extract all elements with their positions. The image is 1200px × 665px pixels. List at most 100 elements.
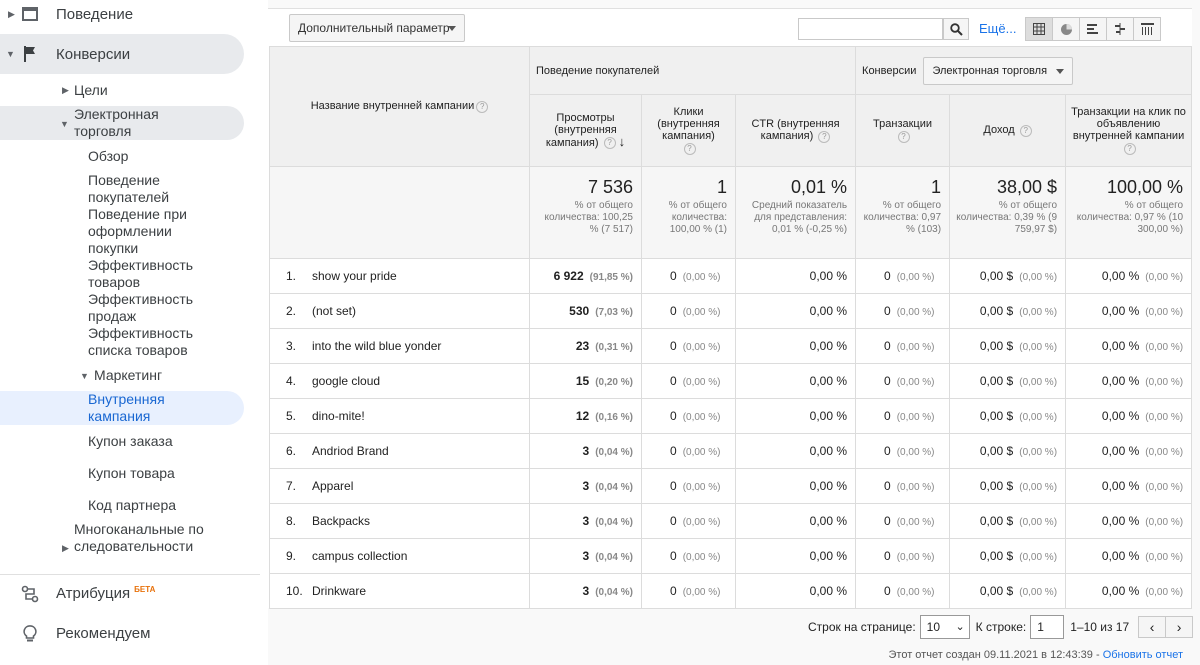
campaign-name-link[interactable]: Apparel (312, 479, 353, 493)
ctr-cell: 0,00 % (734, 433, 857, 469)
prev-page-button[interactable]: ‹ (1138, 616, 1167, 638)
chevron-left-icon: ‹ (1149, 619, 1155, 635)
sidebar-item-overview[interactable]: Обзор (88, 148, 128, 165)
help-icon[interactable]: ? (897, 130, 910, 143)
behavior-icon (20, 4, 40, 24)
campaign-name-link[interactable]: Drinkware (312, 584, 366, 598)
clicks-cell: 0 (0,00 %) (641, 468, 736, 504)
column-header-views[interactable]: Просмотры (внутренняя кампания) ? ↓ (529, 94, 642, 167)
comparison-icon (1115, 23, 1125, 35)
advanced-filter-link[interactable]: Ещё... (979, 21, 1016, 36)
goto-row-label: К строке: (975, 620, 1027, 634)
sidebar-item-product-list-performance[interactable]: Эффективность списка товаров (88, 325, 208, 359)
column-header-ctr[interactable]: CTR (внутренняя кампания) ? (734, 94, 857, 167)
campaign-name-link[interactable]: google cloud (312, 374, 380, 388)
row-index: 10. (286, 584, 303, 598)
column-header-transactions-per-click[interactable]: Транзакции на клик по объявлению внутрен… (1065, 94, 1193, 167)
sidebar-item-checkout-behavior[interactable]: Поведение при оформлении покупки (88, 206, 203, 257)
table-row: 9. campus collection 3 (0,04 %) 0 (0,00 %) 0,0… (269, 538, 1193, 574)
views-cell: 15 (0,20 %) (529, 363, 642, 399)
transactions-cell: 0 (0,00 %) (855, 328, 951, 364)
clicks-cell: 0 (0,00 %) (641, 328, 736, 364)
campaign-name-link[interactable]: Backpacks (312, 514, 370, 528)
column-header-clicks[interactable]: Клики (внутренняя кампания)? (641, 94, 736, 167)
help-icon[interactable]: ? (683, 142, 696, 155)
clicks-cell: 0 (0,00 %) (641, 503, 736, 539)
transactions-per-click-cell: 0,00 % (0,00 %) (1065, 433, 1193, 469)
sidebar-item-sales-performance[interactable]: Эффективность продаж (88, 291, 208, 325)
next-page-button[interactable]: › (1165, 616, 1194, 638)
help-icon[interactable]: ? (476, 100, 489, 113)
help-icon[interactable]: ? (1019, 124, 1032, 137)
chevron-right-icon: ▶ (62, 85, 69, 95)
revenue-cell: 0,00 $ (0,00 %) (949, 468, 1067, 504)
campaign-name-link[interactable]: into the wild blue yonder (312, 339, 441, 353)
transactions-per-click-cell: 0,00 % (0,00 %) (1065, 573, 1193, 609)
table-row: 2. (not set) 530 (7,03 %) 0 (0,00 %) 0,00 % 0 (0… (269, 293, 1193, 329)
sidebar-item-ecommerce[interactable]: ▼ Электронная торговля (0, 106, 244, 140)
sidebar-item-shopping-behavior[interactable]: Поведение покупателей (88, 172, 198, 206)
clicks-cell: 0 (0,00 %) (641, 433, 736, 469)
chevron-down-icon: ⌄ (955, 621, 965, 633)
conversion-type-dropdown[interactable]: Электронная торговля (923, 56, 1074, 85)
campaign-name-link[interactable]: Andriod Brand (312, 444, 389, 458)
sidebar-item-affiliate-code[interactable]: Код партнера (88, 497, 176, 514)
clicks-cell: 0 (0,00 %) (641, 363, 736, 399)
sidebar-item-order-coupon[interactable]: Купон заказа (88, 433, 173, 450)
campaign-name-cell: 4. google cloud (269, 363, 530, 399)
transactions-per-click-cell: 0,00 % (0,00 %) (1065, 293, 1193, 329)
transactions-per-click-cell: 0,00 % (0,00 %) (1065, 258, 1193, 294)
sidebar-item-marketing[interactable]: ▼ Маркетинг (0, 366, 244, 386)
caret-down-icon (448, 26, 456, 31)
flag-icon (20, 44, 40, 64)
summary-revenue: 38,00 $% от общего количества: 0,39 % (9… (949, 166, 1067, 259)
column-header-transactions[interactable]: Транзакции? (855, 94, 951, 167)
caret-down-icon (1056, 68, 1065, 74)
sidebar-item-label: Маркетинг (94, 367, 163, 383)
transactions-cell: 0 (0,00 %) (855, 293, 951, 329)
sidebar-item-multichannel[interactable]: ▶ Многоканальные последовательности (0, 521, 244, 573)
rows-per-page-select[interactable]: 10 ⌄ (919, 615, 970, 639)
search-button[interactable] (943, 18, 969, 40)
goto-row-input[interactable]: 1 (1030, 615, 1065, 639)
summary-ctr: 0,01 % Средний показатель для представлен… (734, 166, 857, 259)
help-icon[interactable]: ? (603, 137, 616, 150)
chevron-down-icon: ▼ (80, 371, 89, 381)
row-index: 8. (286, 514, 297, 528)
pivot-view-button[interactable] (1133, 17, 1161, 41)
sidebar-item-attribution[interactable]: Атрибуция БЕТА (0, 582, 260, 606)
transactions-cell: 0 (0,00 %) (855, 468, 951, 504)
secondary-dimension-dropdown[interactable]: Дополнительный параметр (289, 14, 465, 42)
campaign-name-link[interactable]: (not set) (312, 304, 356, 318)
sidebar-item-internal-promotion[interactable]: Внутренняя кампания (0, 391, 244, 425)
column-header-revenue[interactable]: Доход ? (949, 94, 1067, 167)
chevron-right-icon: ▶ (62, 543, 69, 553)
performance-view-button[interactable] (1079, 17, 1107, 41)
behavior-group-header: Поведение покупателей (528, 46, 857, 95)
sidebar-item-behavior[interactable]: ▶ Поведение (0, 0, 260, 28)
row-index: 6. (286, 444, 297, 458)
pie-view-button[interactable] (1052, 17, 1080, 41)
clicks-cell: 0 (0,00 %) (641, 258, 736, 294)
sidebar-item-discover[interactable]: Рекомендуем (0, 622, 260, 646)
table-view-button[interactable] (1025, 17, 1053, 41)
row-index: 7. (286, 479, 297, 493)
revenue-cell: 0,00 $ (0,00 %) (949, 328, 1067, 364)
refresh-report-link[interactable]: Обновить отчет (1103, 649, 1183, 661)
help-icon[interactable]: ? (1123, 142, 1136, 155)
table-search-input[interactable] (798, 18, 943, 40)
sidebar-item-label: Конверсии (56, 46, 131, 63)
attribution-icon (20, 584, 40, 604)
campaign-name-link[interactable]: show your pride (312, 269, 397, 283)
campaign-name-link[interactable]: dino-mite! (312, 409, 365, 423)
conversions-group-header: Конверсии Электронная торговля (855, 46, 1193, 95)
view-switcher (1025, 17, 1161, 41)
help-icon[interactable]: ? (818, 130, 831, 143)
sidebar-item-goals[interactable]: ▶ Цели (0, 80, 244, 100)
campaign-name-link[interactable]: campus collection (312, 549, 407, 563)
dimension-column-header[interactable]: Название внутренней кампании? (269, 46, 530, 167)
sidebar-item-conversions[interactable]: ▼ Конверсии (0, 34, 244, 74)
sidebar-item-product-coupon[interactable]: Купон товара (88, 465, 175, 482)
sidebar-item-product-performance[interactable]: Эффективность товаров (88, 257, 208, 291)
comparison-view-button[interactable] (1106, 17, 1134, 41)
